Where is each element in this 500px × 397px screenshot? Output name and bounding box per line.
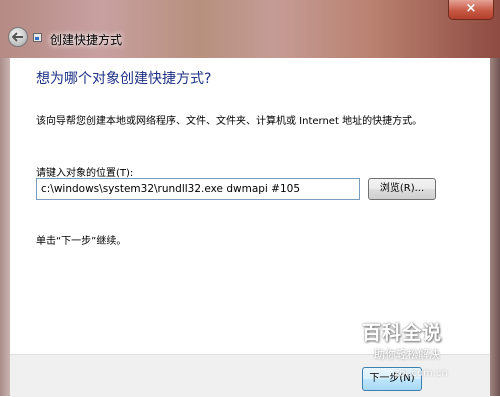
wizard-footer: 下一步(N) <box>10 354 490 397</box>
browse-button[interactable]: 浏览(R)... <box>368 178 436 200</box>
wizard-heading: 想为哪个对象创建快捷方式? <box>36 71 212 87</box>
next-button[interactable]: 下一步(N) <box>362 367 422 391</box>
shortcut-wizard-icon <box>33 33 42 42</box>
close-icon: × <box>465 1 477 16</box>
back-button[interactable] <box>8 27 28 47</box>
window-frame-right <box>490 58 500 396</box>
location-input[interactable] <box>36 178 360 200</box>
continue-hint: 单击“下一步”继续。 <box>36 236 127 247</box>
wizard-content: 想为哪个对象创建快捷方式? 该向导帮您创建本地或网络程序、文件、文件夹、计算机或… <box>10 58 490 397</box>
back-arrow-icon <box>12 32 23 42</box>
close-button[interactable]: × <box>448 0 494 20</box>
window-frame-left <box>0 58 10 396</box>
wizard-description: 该向导帮您创建本地或网络程序、文件、文件夹、计算机或 Internet 地址的快… <box>36 116 423 127</box>
window-title: 创建快捷方式 <box>50 33 123 47</box>
title-bar <box>0 0 500 58</box>
location-label: 请键入对象的位置(T): <box>36 168 134 179</box>
